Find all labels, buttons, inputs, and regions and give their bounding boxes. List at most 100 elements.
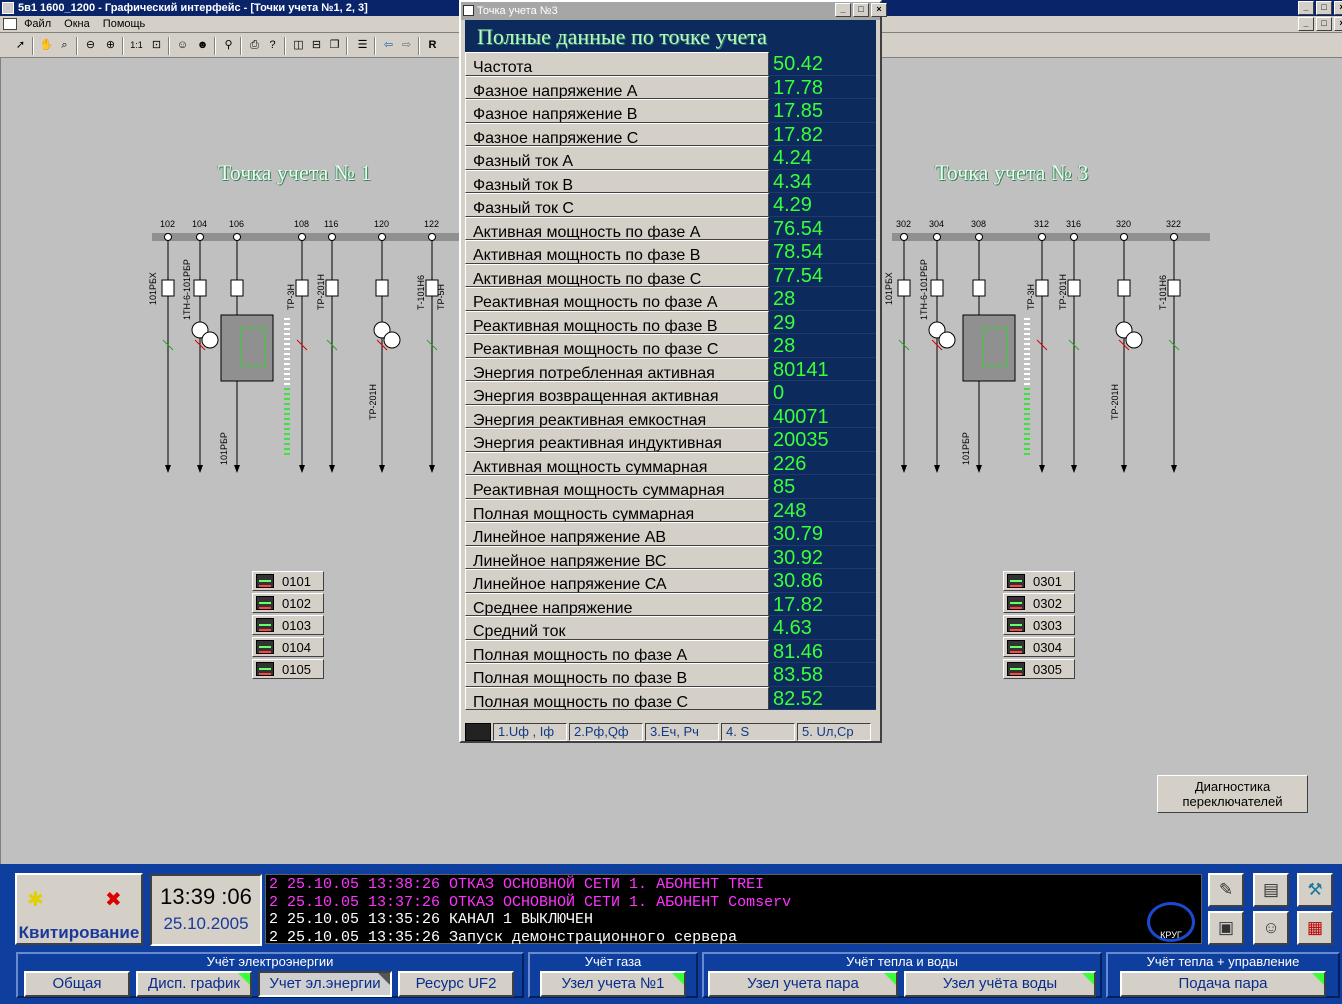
measurement-value: 28	[769, 334, 876, 358]
feeder-label: ТР-3Н	[286, 284, 296, 310]
device-button[interactable]: 0105	[252, 659, 324, 679]
device-button[interactable]: 0104	[252, 637, 324, 657]
status-indicator-icon	[378, 973, 390, 985]
diagnostics-button[interactable]: Диагностика переключателей	[1157, 775, 1308, 813]
tools-icon[interactable]: ⚒	[1297, 873, 1333, 907]
nav-disp-graph-button[interactable]: Дисп. график	[136, 971, 252, 997]
chart-icon[interactable]: ▦	[1297, 911, 1333, 945]
device-button[interactable]: 0303	[1003, 615, 1075, 635]
menu-file[interactable]: Файл	[24, 18, 51, 30]
arrange-icon[interactable]: ☰	[354, 37, 371, 54]
nav-gas-node-button[interactable]: Узел учета №1	[540, 971, 686, 997]
user-info-icon[interactable]: ☻	[194, 37, 211, 54]
measurement-row: Реактивная мощность по фазе А 28	[465, 287, 876, 311]
log-entry: 2 25.10.05 13:35:26 Запуск демонстрацион…	[269, 928, 738, 946]
device-button[interactable]: 0102	[252, 593, 324, 613]
trend-icon	[465, 723, 491, 741]
device-label: 0103	[282, 617, 311, 633]
level-indicator-segment	[1024, 333, 1030, 335]
mdi-close-button[interactable]: ×	[1334, 17, 1342, 31]
dialog-tab-3[interactable]: 3.Еч, Рч	[645, 723, 719, 741]
dialog-tab-5[interactable]: 5. Uл,Ср	[797, 723, 871, 741]
level-indicator-segment	[1024, 353, 1030, 355]
close-button[interactable]: ×	[1334, 1, 1342, 15]
arrow-icon	[901, 465, 907, 473]
monitor-icon[interactable]: ▣	[1208, 911, 1244, 945]
forward-icon[interactable]: ⇨	[398, 37, 415, 54]
menu-windows[interactable]: Окна	[64, 18, 90, 30]
users-icon[interactable]: ☺	[174, 37, 191, 54]
measurement-row: Фазное напряжение В 17.85	[465, 99, 876, 123]
device-button[interactable]: 0301	[1003, 571, 1075, 591]
measurement-label: Полная мощность по фазе В	[465, 663, 769, 687]
pointer-icon[interactable]: ➚	[12, 37, 29, 54]
dialog-tab-2[interactable]: 2.Рф,Qф	[569, 723, 643, 741]
status-indicator-icon	[238, 973, 250, 985]
toolbar-separator	[76, 37, 78, 55]
device-label: 0102	[282, 595, 311, 611]
level-indicator-segment	[284, 423, 290, 425]
nav-steam-supply-button[interactable]: Подача пара	[1120, 971, 1326, 997]
toolbar-separator	[168, 37, 170, 55]
nav-general-button[interactable]: Общая	[24, 971, 130, 997]
transformer-icon	[383, 331, 401, 349]
trend-icon	[256, 618, 274, 632]
nav-steam-node-button[interactable]: Узел учета пара	[708, 971, 898, 997]
report-icon[interactable]: ▤	[1253, 873, 1289, 907]
measurement-row: Активная мощность по фазе А 76.54	[465, 216, 876, 240]
event-log[interactable]: 2 25.10.05 13:38:26 ОТКАЗ ОСНОВНОЙ СЕТИ …	[265, 874, 1202, 946]
dialog-tab-4[interactable]: 4. S	[721, 723, 795, 741]
hand-icon[interactable]: ✋	[38, 37, 55, 54]
nav-water-node-button[interactable]: Узел учёта воды	[904, 971, 1096, 997]
measurement-row: Реактивная мощность по фазе С 28	[465, 334, 876, 358]
nav-group-gas: Учёт газа Узел учета №1	[528, 952, 698, 998]
device-button[interactable]: 0305	[1003, 659, 1075, 679]
bus-node	[1120, 233, 1128, 241]
binoculars-icon[interactable]: ⚲	[220, 37, 237, 54]
tile-horizontal-icon[interactable]: ⊟	[308, 37, 325, 54]
measurement-value: 30.86	[769, 569, 876, 593]
zoom-one-icon[interactable]: 1:1	[128, 37, 145, 54]
print-icon[interactable]: ⎙	[246, 37, 263, 54]
breaker-icon	[1035, 279, 1049, 297]
zoom-out-icon[interactable]: ⊖	[82, 37, 99, 54]
operator-icon[interactable]: ☺	[1253, 911, 1289, 945]
level-indicator-segment	[1024, 378, 1030, 380]
tile-vertical-icon[interactable]: ◫	[290, 37, 307, 54]
dialog-maximize-button[interactable]: □	[853, 3, 869, 17]
zoom-fit-icon[interactable]: ⊡	[148, 37, 165, 54]
acknowledge-panel[interactable]: ✱ ✖ Квитирование	[15, 873, 143, 945]
help-icon[interactable]: ?	[264, 37, 281, 54]
refresh-r-icon[interactable]: R	[424, 37, 441, 54]
device-button[interactable]: 0101	[252, 571, 324, 591]
device-button[interactable]: 0103	[252, 615, 324, 635]
dialog-tab-1[interactable]: 1.Uф , Iф	[493, 723, 567, 741]
nav-electric-accounting-button[interactable]: Учет эл.энергии	[258, 971, 392, 997]
menu-help[interactable]: Помощь	[103, 18, 146, 30]
device-button[interactable]: 0304	[1003, 637, 1075, 657]
minimize-button[interactable]: _	[1298, 1, 1314, 15]
mdi-minimize-button[interactable]: _	[1298, 17, 1314, 31]
nav-group-heat-control: Учёт тепла + управление Подача пара	[1106, 952, 1340, 998]
log-entry: 2 25.10.05 13:37:26 ОТКАЗ ОСНОВНОЙ СЕТИ …	[269, 893, 792, 911]
mdi-restore-button[interactable]: □	[1316, 17, 1332, 31]
clock-time: 13:39 :06	[160, 884, 252, 909]
krug-logo-text: КРУГ	[1160, 930, 1182, 940]
measurement-table: Частота 50.42 Фазное напряжение А 17.78 Фазн…	[461, 52, 880, 710]
maximize-button[interactable]: □	[1316, 1, 1332, 15]
search-icon[interactable]: ⌕	[56, 37, 73, 54]
nav-resource-button[interactable]: Ресурс UF2	[398, 971, 514, 997]
back-icon[interactable]: ⇦	[380, 37, 397, 54]
bus-number: 104	[192, 219, 207, 229]
measurement-value: 85	[769, 475, 876, 499]
device-button[interactable]: 0302	[1003, 593, 1075, 613]
arrow-icon	[379, 465, 385, 473]
scroll-icon[interactable]: ✎	[1208, 873, 1244, 907]
dialog-minimize-button[interactable]: _	[835, 3, 851, 17]
dialog-close-button[interactable]: ×	[871, 3, 887, 17]
zoom-in-icon[interactable]: ⊕	[102, 37, 119, 54]
level-indicator-segment	[1024, 393, 1030, 395]
point-title-3: Точка учета № 3	[935, 160, 1089, 185]
trend-icon	[256, 662, 274, 676]
cascade-icon[interactable]: ❐	[326, 37, 343, 54]
